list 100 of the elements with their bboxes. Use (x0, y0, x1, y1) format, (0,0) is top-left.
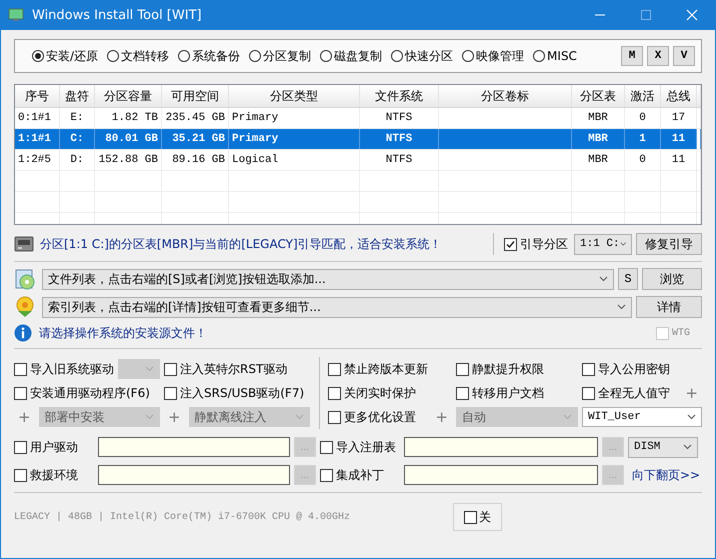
table-cell: Primary (232, 133, 278, 145)
table-row[interactable]: 1:1#1 C: 80.01 GB 35.21 GB Primary NTFS MBR 1 11 (15, 128, 700, 150)
details-button[interactable]: 详情 (636, 296, 702, 318)
checkbox-label: 救援环境 (30, 466, 78, 484)
checkbox[interactable] (328, 362, 341, 376)
file-button[interactable]: S (618, 268, 638, 290)
checkbox-label: 禁止跨版本更新 (344, 360, 428, 378)
caret-icon (683, 444, 692, 450)
checkbox[interactable] (328, 386, 341, 400)
table-cell: 0:1#1 (18, 112, 52, 124)
path-field[interactable] (98, 465, 290, 485)
close-icon[interactable] (686, 9, 698, 21)
maximize-icon (640, 9, 652, 21)
checkbox[interactable] (320, 440, 333, 454)
table-cell: 152.88 GB (98, 154, 158, 166)
mode-button[interactable]: V (673, 46, 695, 66)
checkbox[interactable] (328, 410, 341, 424)
radio-label: 系统备份 (192, 48, 240, 64)
table-cell: MBR (588, 112, 608, 124)
add-button[interactable]: + (431, 408, 452, 426)
disc-icon (14, 268, 36, 290)
column-header[interactable]: 序号 (15, 85, 60, 108)
add-button[interactable]: + (681, 384, 702, 402)
checkbox[interactable] (14, 362, 27, 376)
table-cell: 80.01 GB (105, 133, 158, 145)
table-row[interactable]: 1:2#5 D: 152.88 GB 89.16 GB Logical NTFS MBR 0 11 (15, 150, 700, 170)
radio-button[interactable] (320, 50, 332, 62)
radio-label: 映像管理 (476, 48, 524, 64)
status-message: 分区[1:1 C:]的分区表[MBR]与当前的[LEGACY]引导匹配，适合安装系统！ (40, 236, 442, 252)
checkbox[interactable] (164, 362, 177, 376)
mode-button[interactable]: X (647, 46, 669, 66)
checkbox-label: 安装通用驱动程序(F6) (30, 384, 150, 402)
flower-icon (14, 296, 36, 318)
partition-dropdown[interactable]: 1:1 C: (574, 234, 632, 254)
checkbox[interactable] (14, 440, 27, 454)
checkbox-label: 更多优化设置 (344, 408, 416, 426)
radio-label: 分区复制 (263, 48, 312, 64)
checkbox[interactable] (582, 386, 595, 400)
add-button[interactable]: + (14, 408, 35, 426)
checkbox[interactable] (14, 468, 27, 482)
checkbox[interactable] (456, 362, 469, 376)
caret-icon (563, 414, 572, 420)
checkbox[interactable] (164, 386, 177, 400)
radio-button[interactable] (391, 50, 404, 62)
column-header[interactable]: 总线 (660, 85, 696, 108)
file-button[interactable]: 浏览 (642, 268, 702, 290)
checkbox-label: WTG (672, 328, 690, 338)
column-header[interactable]: 分区类型 (228, 85, 360, 108)
radio-button[interactable] (249, 50, 262, 62)
dropdown[interactable]: DISM (628, 436, 698, 458)
file-list-dropdown[interactable]: 文件列表，点击右端的[S]或者[浏览]按钮选取添加... (42, 268, 614, 290)
table-cell: 35.21 GB (172, 133, 225, 145)
checkbox-label: 导入旧系统驱动 (30, 360, 114, 378)
column-header[interactable]: 分区卷标 (438, 85, 572, 108)
table-cell: 11 (672, 133, 686, 145)
footer-button[interactable]: 关 (453, 503, 502, 531)
path-field[interactable] (404, 437, 598, 457)
checkbox[interactable] (504, 238, 517, 250)
checkbox-label: 转移用户文档 (472, 384, 544, 402)
table-cell: Logical (232, 154, 278, 166)
window-title: Windows Install Tool [WIT] (32, 8, 202, 22)
checkbox-label: 关闭实时保护 (344, 384, 416, 402)
path-field[interactable] (98, 437, 290, 457)
table-cell: 235.45 GB (166, 112, 225, 124)
radio-label: 安装/还原 (46, 48, 98, 64)
repair-boot-button[interactable]: 修复引导 (636, 233, 702, 255)
radio-button[interactable] (32, 50, 44, 62)
checkbox[interactable] (14, 386, 27, 400)
checkbox-label: 静默提升权限 (472, 360, 544, 378)
checkbox[interactable] (320, 468, 333, 482)
radio-label: 文档转移 (121, 48, 170, 64)
column-header[interactable]: 文件系统 (360, 85, 438, 108)
caret-icon (599, 276, 608, 282)
radio-button[interactable] (533, 50, 546, 62)
table-cell: E: (70, 112, 84, 124)
table-cell: 0 (639, 112, 646, 124)
system-info: LEGACY | 48GB | Intel(R) Core(TM) i7-6700K CPU @ 4.00GHz (14, 512, 350, 522)
checkbox[interactable] (582, 362, 595, 376)
column-header[interactable]: 分区容量 (94, 85, 162, 108)
column-header[interactable]: 可用空间 (162, 85, 228, 108)
column-header[interactable]: 盘符 (60, 85, 94, 108)
caret-icon (617, 304, 626, 310)
caret-icon (687, 414, 696, 420)
radio-button[interactable] (462, 50, 474, 62)
column-header[interactable]: 激活 (624, 85, 660, 108)
radio-button[interactable] (107, 50, 120, 62)
next-page-link[interactable]: 向下翻页>> (628, 466, 698, 484)
radio-button[interactable] (178, 50, 190, 62)
table-cell: 17 (672, 112, 686, 124)
column-header[interactable]: 分区表 (572, 85, 624, 108)
table-cell: C: (70, 133, 84, 145)
mode-button[interactable]: M (621, 46, 643, 66)
add-button[interactable]: + (164, 408, 185, 426)
radio-label: 快速分区 (405, 48, 454, 64)
checkbox-label: 全程无人值守 (598, 384, 670, 402)
checkbox[interactable] (456, 386, 469, 400)
index-list-dropdown[interactable]: 索引列表，点击右端的[详情]按钮可查看更多细节... (42, 296, 632, 318)
radio-label: 磁盘复制 (334, 48, 382, 64)
dropdown[interactable]: WIT_User (582, 407, 702, 427)
path-field[interactable] (404, 465, 598, 485)
